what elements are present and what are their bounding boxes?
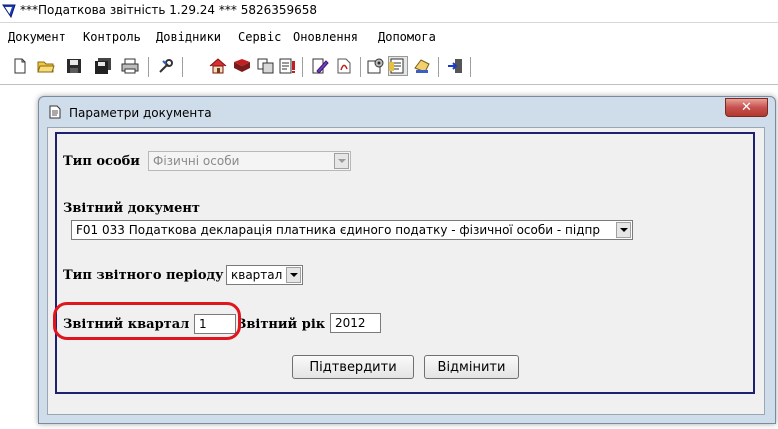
- period-type-select[interactable]: квартал: [226, 265, 303, 285]
- document-icon: [49, 105, 61, 119]
- tools-icon[interactable]: [156, 56, 176, 76]
- chevron-down-icon: [334, 153, 349, 169]
- close-icon: ✕: [741, 100, 752, 115]
- app-icon: [2, 4, 16, 18]
- highlight-annotation: [53, 302, 241, 340]
- window-title: ***Податкова звітність 1.29.24 *** 58263…: [20, 3, 318, 17]
- toolbar: [0, 53, 778, 81]
- menu-bar: Документ Контроль Довідники Сервіс Оновл…: [0, 28, 778, 48]
- menu-help[interactable]: Допомога: [378, 30, 436, 44]
- pen-icon[interactable]: [310, 56, 330, 76]
- menu-references[interactable]: Довідники: [156, 30, 221, 44]
- report-document-select[interactable]: F01 033 Податкова декларація платника єд…: [71, 220, 633, 240]
- copy-icon[interactable]: [256, 56, 276, 76]
- save-icon[interactable]: [64, 56, 84, 76]
- settings-icon[interactable]: [366, 56, 386, 76]
- home-icon[interactable]: [208, 56, 228, 76]
- menu-updates[interactable]: Оновлення: [293, 30, 358, 44]
- toolbar-separator: [148, 57, 150, 77]
- close-button[interactable]: ✕: [725, 98, 768, 117]
- open-folder-icon[interactable]: [36, 56, 56, 76]
- report-icon[interactable]: [278, 56, 298, 76]
- chevron-down-icon[interactable]: [616, 222, 631, 238]
- person-type-value: Фізичні особи: [153, 154, 240, 168]
- period-type-label: Тип звітного періоду: [63, 268, 224, 283]
- toolbar-separator: [360, 57, 362, 77]
- period-type-value: квартал: [231, 268, 283, 282]
- year-label: Звітний рік: [237, 317, 326, 332]
- form-panel: Тип особи Фізичні особи Звітний документ…: [55, 132, 755, 394]
- dialog-title: Параметри документа: [69, 106, 212, 120]
- cancel-button[interactable]: Відмінити: [424, 355, 519, 379]
- save-all-icon[interactable]: [94, 56, 114, 76]
- app-titlebar: ***Податкова звітність 1.29.24 *** 58263…: [0, 0, 778, 23]
- toolbar-separator: [302, 57, 304, 77]
- toolbar-separator: [182, 57, 184, 77]
- chevron-down-icon[interactable]: [286, 267, 301, 283]
- dialog-titlebar[interactable]: Параметри документа ✕: [39, 97, 775, 127]
- menu-document[interactable]: Документ: [8, 30, 66, 44]
- new-document-icon[interactable]: [10, 56, 30, 76]
- year-input[interactable]: 2012: [330, 313, 381, 333]
- toolbar-separator: [470, 57, 472, 77]
- exit-icon[interactable]: [446, 56, 466, 76]
- person-type-select: Фізичні особи: [148, 151, 351, 171]
- year-value: 2012: [335, 316, 366, 330]
- report-document-value: F01 033 Податкова декларація платника єд…: [76, 223, 600, 237]
- person-type-label: Тип особи: [63, 154, 140, 169]
- toolbar-separator: [438, 57, 440, 77]
- print-icon[interactable]: [120, 56, 140, 76]
- menu-control[interactable]: Контроль: [83, 30, 141, 44]
- pdf-icon[interactable]: [334, 56, 354, 76]
- hand-icon[interactable]: [412, 56, 432, 76]
- document-check-icon[interactable]: [388, 56, 408, 76]
- report-document-label: Звітний документ: [63, 201, 200, 216]
- menu-service[interactable]: Сервіс: [238, 30, 281, 44]
- book-icon[interactable]: [232, 56, 252, 76]
- confirm-button[interactable]: Підтвердити: [292, 355, 414, 379]
